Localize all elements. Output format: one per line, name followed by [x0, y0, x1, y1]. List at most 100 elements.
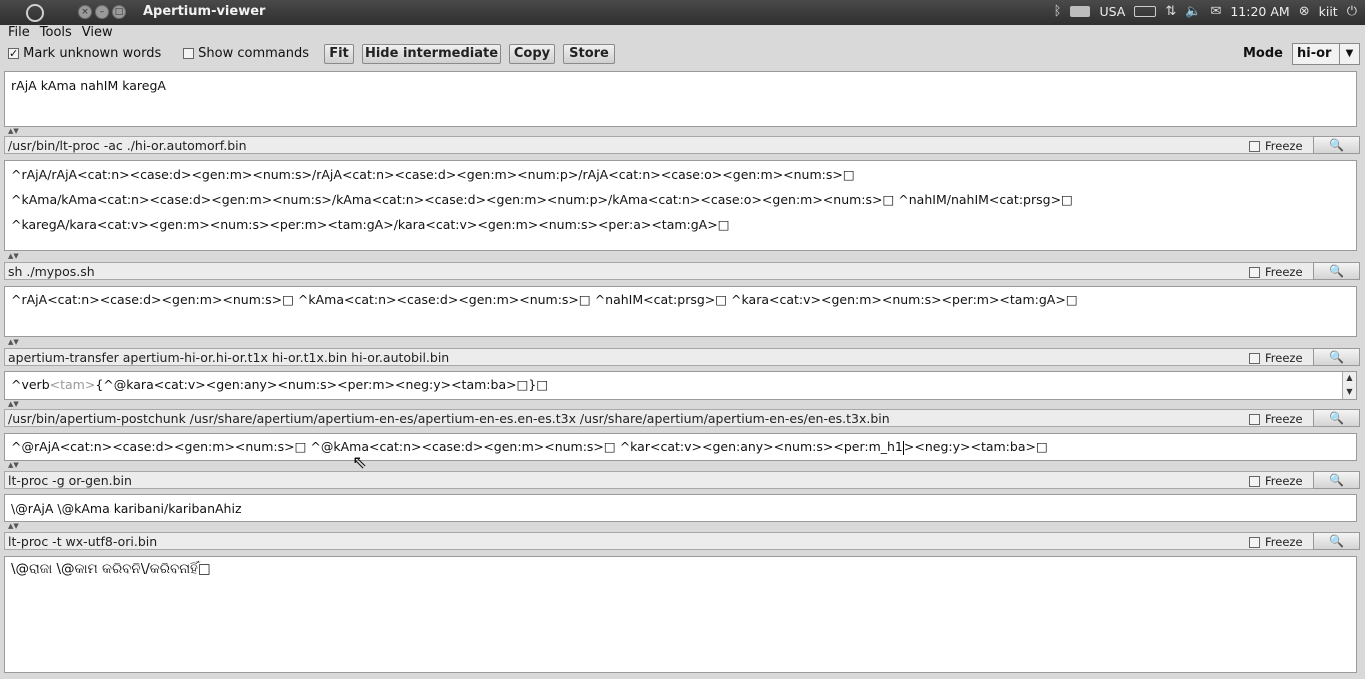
stage-output-area[interactable]: \@rAjA \@kAma karibani/karibanAhiz — [4, 494, 1357, 522]
freeze-checkbox[interactable] — [1249, 141, 1260, 152]
freeze-option[interactable]: Freeze — [1249, 474, 1303, 488]
mode-select[interactable]: hi-or ▼ — [1292, 43, 1360, 65]
battery-icon[interactable] — [1134, 6, 1157, 17]
stage-header: apertium-transfer apertium-hi-or.hi-or.t… — [4, 348, 1360, 366]
stage-output-area[interactable]: ^verb<tam>{^@kara<cat:v><gen:any><num:s>… — [4, 371, 1357, 400]
stage-output-area[interactable]: ^rAjA/rAjA<cat:n><case:d><gen:m><num:s>/… — [4, 160, 1357, 251]
freeze-label: Freeze — [1265, 474, 1303, 488]
menu-tools[interactable]: Tools — [40, 25, 72, 42]
stage-command[interactable]: apertium-transfer apertium-hi-or.hi-or.t… — [8, 350, 449, 365]
output-line: ^rAjA<cat:n><case:d><gen:m><num:s>□ ^kAm… — [11, 292, 1078, 307]
freeze-label: Freeze — [1265, 265, 1303, 279]
keyboard-icon[interactable] — [1070, 6, 1091, 17]
mark-unknown-checkbox[interactable] — [8, 45, 19, 63]
search-icon[interactable]: 🔍 — [1313, 136, 1360, 154]
stage-command[interactable]: /usr/bin/lt-proc -ac ./hi-or.automorf.bi… — [8, 138, 247, 153]
freeze-label: Freeze — [1265, 351, 1303, 365]
freeze-option[interactable]: Freeze — [1249, 535, 1303, 549]
splitter-handle[interactable]: ▲▼ — [8, 462, 26, 469]
freeze-option[interactable]: Freeze — [1249, 139, 1303, 153]
mark-unknown-words-option[interactable]: Mark unknown words — [8, 45, 161, 63]
stage-output-area[interactable]: ^@rAjA<cat:n><case:d><gen:m><num:s>□ ^@k… — [4, 433, 1357, 461]
freeze-option[interactable]: Freeze — [1249, 351, 1303, 365]
volume-icon[interactable]: 🔈 — [1185, 4, 1201, 19]
network-icon[interactable]: ⇅ — [1165, 4, 1176, 19]
show-commands-checkbox[interactable] — [183, 48, 194, 59]
keyboard-layout[interactable]: USA — [1099, 4, 1125, 19]
input-text: rAjA kAma nahIM karegA — [11, 78, 166, 93]
mode-label: Mode — [1243, 46, 1283, 61]
splitter-handle[interactable]: ▲▼ — [8, 401, 26, 408]
hide-intermediate-button[interactable]: Hide intermediate — [362, 44, 501, 64]
freeze-label: Freeze — [1265, 412, 1303, 426]
stage-header: lt-proc -g or-gen.bin Freeze 🔍 — [4, 471, 1360, 489]
user-name[interactable]: kiit — [1319, 4, 1338, 19]
output-line: ^@rAjA<cat:n><case:d><gen:m><num:s>□ ^@k… — [11, 439, 1048, 455]
menu-view[interactable]: View — [82, 25, 113, 42]
output-line: ^kAma/kAma<cat:n><case:d><gen:m><num:s>/… — [11, 192, 1073, 207]
mode-value: hi-or — [1297, 46, 1332, 61]
mouse-pointer-icon: ⇖ — [352, 452, 368, 473]
clock[interactable]: 11:20 AM — [1230, 4, 1289, 19]
bluetooth-icon[interactable]: ᛒ — [1054, 4, 1062, 19]
output-line: ^rAjA/rAjA<cat:n><case:d><gen:m><num:s>/… — [11, 167, 855, 182]
freeze-checkbox[interactable] — [1249, 267, 1260, 278]
stage-command[interactable]: /usr/bin/apertium-postchunk /usr/share/a… — [8, 411, 890, 426]
chunk-body: {^@kara<cat:v><gen:any><num:s><per:m><ne… — [95, 377, 549, 392]
window-controls: × – □ — [78, 5, 126, 19]
search-icon[interactable]: 🔍 — [1313, 471, 1360, 489]
scroll-up-icon[interactable]: ▲ — [1343, 372, 1356, 386]
power-icon[interactable]: ⏻ — [1347, 4, 1357, 19]
minimize-window-icon[interactable]: – — [95, 5, 109, 19]
menubar: File Tools View — [0, 25, 1365, 42]
output-line: ^karegA/kara<cat:v><gen:m><num:s><per:m>… — [11, 217, 730, 232]
user-status-icon[interactable]: ⊗ — [1299, 4, 1310, 19]
stage-output-area[interactable]: ^rAjA<cat:n><case:d><gen:m><num:s>□ ^kAm… — [4, 286, 1357, 337]
fit-button[interactable]: Fit — [324, 44, 354, 64]
ubuntu-logo-icon[interactable] — [26, 4, 44, 22]
splitter-handle[interactable]: ▲▼ — [8, 523, 26, 530]
mark-unknown-label: Mark unknown words — [23, 46, 162, 61]
search-icon[interactable]: 🔍 — [1313, 262, 1360, 280]
splitter-handle[interactable]: ▲▼ — [8, 128, 26, 135]
chunk-prefix: ^verb — [11, 377, 50, 392]
toolbar: Mark unknown words Show commands Fit Hid… — [0, 42, 1365, 66]
scroll-down-icon[interactable]: ▼ — [1343, 386, 1356, 400]
stage-command[interactable]: lt-proc -t wx-utf8-ori.bin — [8, 534, 157, 549]
freeze-checkbox[interactable] — [1249, 353, 1260, 364]
freeze-option[interactable]: Freeze — [1249, 412, 1303, 426]
splitter-handle[interactable]: ▲▼ — [8, 339, 26, 346]
stage-command[interactable]: sh ./mypos.sh — [8, 264, 95, 279]
text-after-caret: ><neg:y><tam:ba>□ — [903, 439, 1048, 454]
scrollbar[interactable]: ▲ ▼ — [1342, 372, 1356, 399]
stage-output-area[interactable]: \@ରାଜା \@କାମ କରିବନି\/କରିବନାହିଁ□ — [4, 556, 1357, 673]
show-commands-option[interactable]: Show commands — [183, 45, 309, 63]
freeze-label: Freeze — [1265, 139, 1303, 153]
text-before-caret: ^@rAjA<cat:n><case:d><gen:m><num:s>□ ^@k… — [11, 439, 903, 454]
stage-header: /usr/bin/lt-proc -ac ./hi-or.automorf.bi… — [4, 136, 1360, 154]
menu-file[interactable]: File — [8, 25, 30, 42]
chevron-down-icon[interactable]: ▼ — [1339, 44, 1359, 64]
input-text-area[interactable]: rAjA kAma nahIM karegA — [4, 71, 1357, 127]
output-line: \@rAjA \@kAma karibani/karibanAhiz — [11, 501, 242, 516]
output-line: ^verb<tam>{^@kara<cat:v><gen:any><num:s>… — [11, 377, 548, 392]
store-button[interactable]: Store — [563, 44, 615, 64]
mail-icon[interactable]: ✉ — [1210, 4, 1221, 19]
search-icon[interactable]: 🔍 — [1313, 532, 1360, 550]
stage-command[interactable]: lt-proc -g or-gen.bin — [8, 473, 132, 488]
copy-button[interactable]: Copy — [509, 44, 555, 64]
freeze-checkbox[interactable] — [1249, 537, 1260, 548]
window-title: Apertium-viewer — [143, 4, 266, 19]
freeze-option[interactable]: Freeze — [1249, 265, 1303, 279]
splitter-handle[interactable]: ▲▼ — [8, 253, 26, 260]
show-commands-label: Show commands — [198, 46, 310, 61]
search-icon[interactable]: 🔍 — [1313, 348, 1360, 366]
maximize-window-icon[interactable]: □ — [112, 5, 126, 19]
freeze-label: Freeze — [1265, 535, 1303, 549]
close-window-icon[interactable]: × — [78, 5, 92, 19]
freeze-checkbox[interactable] — [1249, 476, 1260, 487]
chunk-tag: <tam> — [49, 377, 96, 392]
search-icon[interactable]: 🔍 — [1313, 409, 1360, 427]
system-tray: ᛒ USA ⇅ 🔈 ✉ 11:20 AM ⊗ kiit ⏻ — [1054, 4, 1357, 19]
freeze-checkbox[interactable] — [1249, 414, 1260, 425]
